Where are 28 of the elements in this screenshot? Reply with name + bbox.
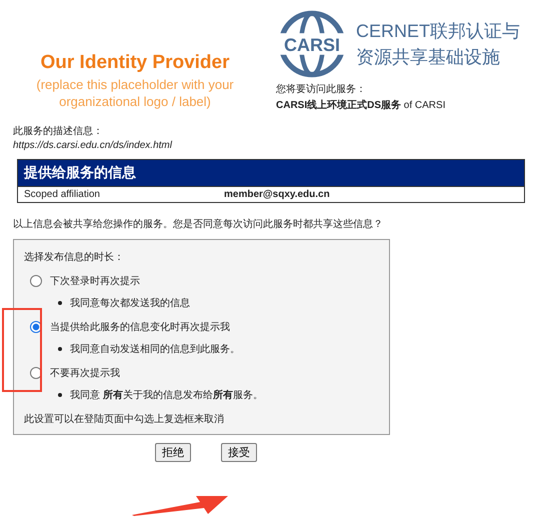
description-label: 此服务的描述信息： <box>13 124 104 138</box>
visit-label: 您将要访问此服务： <box>276 82 367 96</box>
option-label[interactable]: 下次登录时再次提示 <box>50 274 140 288</box>
description-url: https://ds.carsi.edu.cn/ds/index.html <box>13 140 172 151</box>
logo-caption: CERNET联邦认证与 <box>356 20 520 43</box>
service-name: CARSI线上环境正式DS服务 of CARSI <box>276 98 446 112</box>
table-title: 提供给服务的信息 <box>18 160 524 186</box>
logo-caption: 资源共享基础设施 <box>356 46 501 69</box>
option-note: 我同意自动发送相同的信息到此服务。 <box>70 342 240 356</box>
arrow-icon <box>130 494 230 516</box>
attribute-value: member@sqxy.edu.cn <box>224 189 330 200</box>
option-note: 我同意 所有关于我的信息发布给所有服务。 <box>70 388 263 402</box>
decline-button[interactable]: 拒绝 <box>155 443 191 462</box>
attribute-name: Scoped affiliation <box>24 189 101 200</box>
bullet-icon <box>58 301 62 305</box>
idp-title: Our Identity Provider <box>40 52 230 74</box>
consent-question: 以上信息会被共享给您操作的服务。您是否同意每次访问此服务时都共享这些信息？ <box>12 218 384 231</box>
option-label[interactable]: 当提供给此服务的信息变化时再次提示我 <box>50 320 230 334</box>
radio-button[interactable] <box>30 275 42 287</box>
settings-note: 此设置可以在登陆页面中勾选上复选框来取消 <box>24 412 225 426</box>
idp-subtitle: (replace this placeholder with your organizational logo / label) <box>35 76 235 110</box>
bullet-icon <box>58 393 62 397</box>
bullet-icon <box>58 347 62 351</box>
option-note: 我同意每次都发送我的信息 <box>70 296 190 310</box>
accept-button[interactable]: 接受 <box>221 443 257 462</box>
globe-logo: CARSI <box>276 8 348 80</box>
options-title: 选择发布信息的时长： <box>24 250 125 264</box>
option-label[interactable]: 不要再次提示我 <box>50 366 120 380</box>
